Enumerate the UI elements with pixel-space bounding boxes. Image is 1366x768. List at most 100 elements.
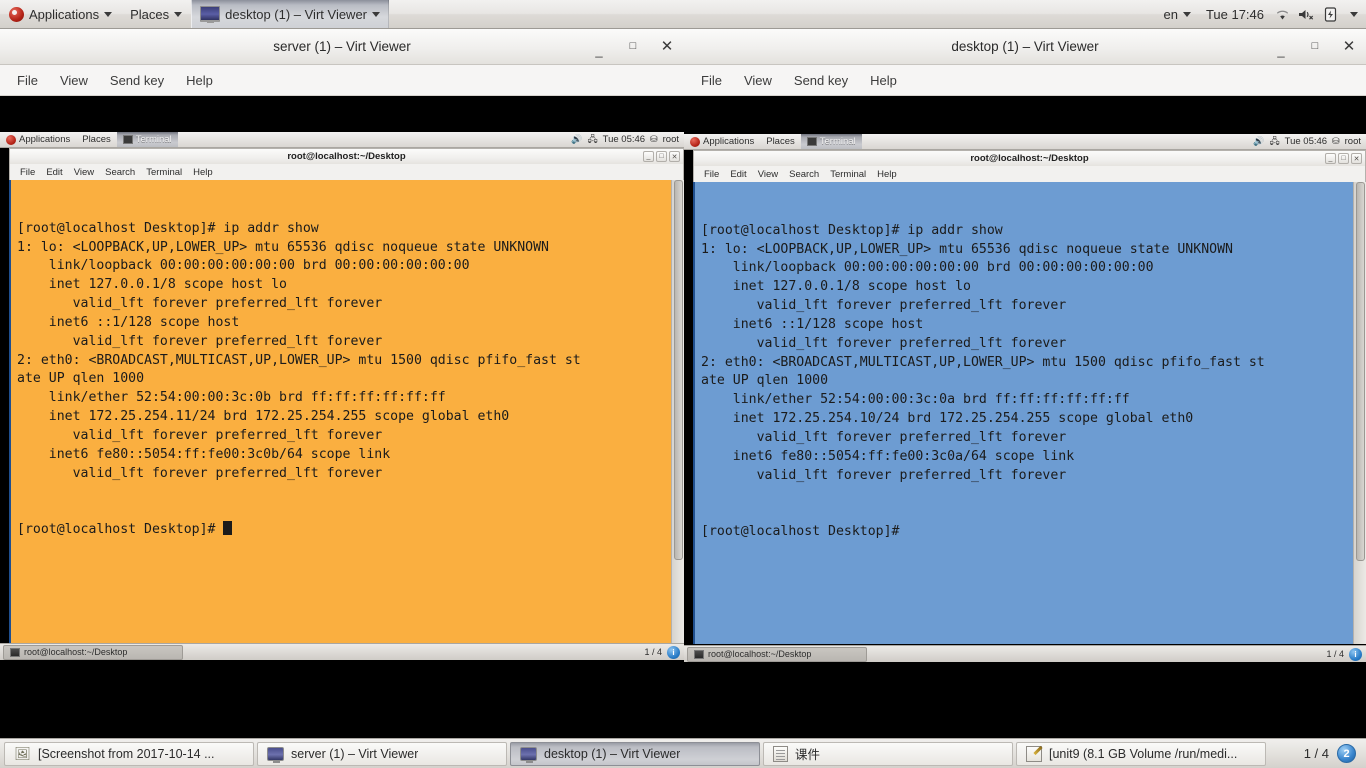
guest-workspace-indicator[interactable]: 1 / 4 [644,647,662,657]
menu-view[interactable]: View [735,70,781,91]
guest-places-menu[interactable]: Places [76,132,117,147]
menu-send-key[interactable]: Send key [101,70,173,91]
terminal-prompt: [root@localhost Desktop]# [701,524,900,540]
guest-display-area[interactable]: Applications Places Terminal 🔊 🖧 Tue 05:… [684,96,1366,738]
terminal-screen-desktop[interactable]: [root@localhost Desktop]# ip addr show 1… [693,182,1366,644]
terminal-menu-terminal[interactable]: Terminal [825,169,871,180]
folder-doc-icon [773,745,788,762]
virt-viewer-window-server: server (1) – Virt Viewer _ □ ✕ File View… [0,29,684,738]
screen-root: Applications Places desktop (1) – Virt V… [0,0,1366,768]
terminal-minimize-button[interactable]: _ [1325,153,1336,164]
guest-user-label[interactable]: root [1345,136,1361,147]
terminal-menu-file[interactable]: File [15,167,40,178]
scrollbar-thumb[interactable] [1356,182,1365,561]
close-button[interactable]: ✕ [660,39,674,54]
notification-badge[interactable]: 2 [1337,744,1356,763]
menu-file[interactable]: File [8,70,47,91]
menu-file[interactable]: File [692,70,731,91]
fedora-logo-icon [9,6,24,22]
taskbar-item-unit9[interactable]: [unit9 (8.1 GB Volume /run/medi... [1016,741,1266,766]
terminal-screen-server[interactable]: [root@localhost Desktop]# ip addr show 1… [9,180,684,644]
monitor-icon [267,746,284,763]
guest-desktop: Applications Places Terminal 🔊 🖧 Tue 05:… [684,134,1366,662]
terminal-close-button[interactable]: ✕ [1351,153,1362,164]
terminal-menu-search[interactable]: Search [100,167,140,178]
guest-status-badge[interactable]: i [667,645,680,659]
battery-icon[interactable] [1320,4,1340,24]
minimize-button[interactable]: _ [592,44,606,57]
terminal-menubar: File Edit View Search Terminal Help [9,164,684,180]
terminal-menu-help[interactable]: Help [872,169,902,180]
terminal-titlebar[interactable]: root@localhost:~/Desktop _ □ ✕ [9,148,684,164]
window-menubar: File View Send key Help [0,65,684,96]
terminal-scrollbar[interactable] [671,180,684,644]
guest-user-label[interactable]: root [663,134,679,145]
guest-workspace-indicator[interactable]: 1 / 4 [1326,649,1344,659]
network-icon[interactable]: 🖧 [1270,134,1280,150]
maximize-button[interactable]: □ [1308,41,1322,52]
terminal-maximize-button[interactable]: □ [1338,153,1349,164]
terminal-title: root@localhost:~/Desktop [970,153,1089,164]
terminal-cursor [223,521,233,536]
window-titlebar[interactable]: server (1) – Virt Viewer _ □ ✕ [0,29,684,65]
window-controls: _ □ ✕ [592,29,674,64]
terminal-menu-edit[interactable]: Edit [41,167,67,178]
guest-task-terminal[interactable]: root@localhost:~/Desktop [687,646,867,662]
terminal-menu-help[interactable]: Help [188,167,218,178]
terminal-output: [root@localhost Desktop]# ip addr show 1… [701,222,1265,483]
menu-help[interactable]: Help [177,70,222,91]
terminal-minimize-button[interactable]: _ [643,151,654,162]
guest-window-terminal[interactable]: Terminal [116,132,178,147]
guest-clock[interactable]: Tue 05:46 [1285,136,1327,147]
taskbar-item-desktop-virt-viewer[interactable]: desktop (1) – Virt Viewer [510,741,760,766]
volume-icon[interactable]: 🔊 [1253,136,1264,147]
active-window-menu[interactable]: desktop (1) – Virt Viewer [191,0,390,28]
terminal-menu-file[interactable]: File [699,169,724,180]
menu-help[interactable]: Help [861,70,906,91]
taskbar-item-server-virt-viewer[interactable]: server (1) – Virt Viewer [257,741,507,766]
terminal-menu-edit[interactable]: Edit [725,169,751,180]
guest-applications-menu[interactable]: Applications [684,134,760,149]
taskbar-item-screenshot[interactable]: 🖼 [Screenshot from 2017-10-14 ... [4,741,254,766]
guest-window-terminal[interactable]: Terminal [800,134,862,149]
terminal-maximize-button[interactable]: □ [656,151,667,162]
guest-clock[interactable]: Tue 05:46 [603,134,645,145]
workspace-indicator[interactable]: 1 / 4 [1304,746,1329,761]
guest-applications-label: Applications [703,136,755,147]
network-icon[interactable]: 🖧 [588,132,598,148]
places-menu-label: Places [130,6,170,22]
terminal-menu-terminal[interactable]: Terminal [141,167,187,178]
terminal-titlebar[interactable]: root@localhost:~/Desktop _ □ ✕ [693,150,1366,166]
terminal-scrollbar[interactable] [1353,182,1366,644]
window-titlebar[interactable]: desktop (1) – Virt Viewer _ □ ✕ [684,29,1366,65]
guest-task-label: root@localhost:~/Desktop [24,647,128,657]
guest-status-badge[interactable]: i [1349,647,1362,661]
guest-task-terminal[interactable]: root@localhost:~/Desktop [3,644,183,660]
close-button[interactable]: ✕ [1342,39,1356,54]
guest-display-area[interactable]: Applications Places Terminal 🔊 🖧 Tue 05:… [0,96,684,738]
clock[interactable]: Tue 17:46 [1200,7,1270,22]
terminal-close-button[interactable]: ✕ [669,151,680,162]
places-menu[interactable]: Places [121,0,191,28]
volume-muted-icon[interactable] [1296,4,1316,24]
terminal-icon [694,649,704,659]
volume-icon[interactable]: 🔊 [571,134,582,145]
minimize-button[interactable]: _ [1274,44,1288,57]
taskbar-item-courseware[interactable]: 课件 [763,741,1013,766]
wifi-icon[interactable] [1272,4,1292,24]
terminal-menu-view[interactable]: View [753,169,783,180]
virt-viewer-window-desktop: desktop (1) – Virt Viewer _ □ ✕ File Vie… [684,29,1366,738]
menu-view[interactable]: View [51,70,97,91]
system-menu-chevron[interactable] [1344,4,1364,24]
guest-applications-menu[interactable]: Applications [0,132,76,147]
language-indicator[interactable]: en [1154,0,1199,28]
terminal-menu-search[interactable]: Search [784,169,824,180]
scrollbar-thumb[interactable] [674,180,683,561]
guest-places-menu[interactable]: Places [760,134,801,149]
guest-places-label: Places [82,134,111,145]
guest-taskbar-right: 1 / 4 i [1326,647,1366,661]
menu-send-key[interactable]: Send key [785,70,857,91]
terminal-menu-view[interactable]: View [69,167,99,178]
maximize-button[interactable]: □ [626,41,640,52]
applications-menu[interactable]: Applications [0,0,121,28]
